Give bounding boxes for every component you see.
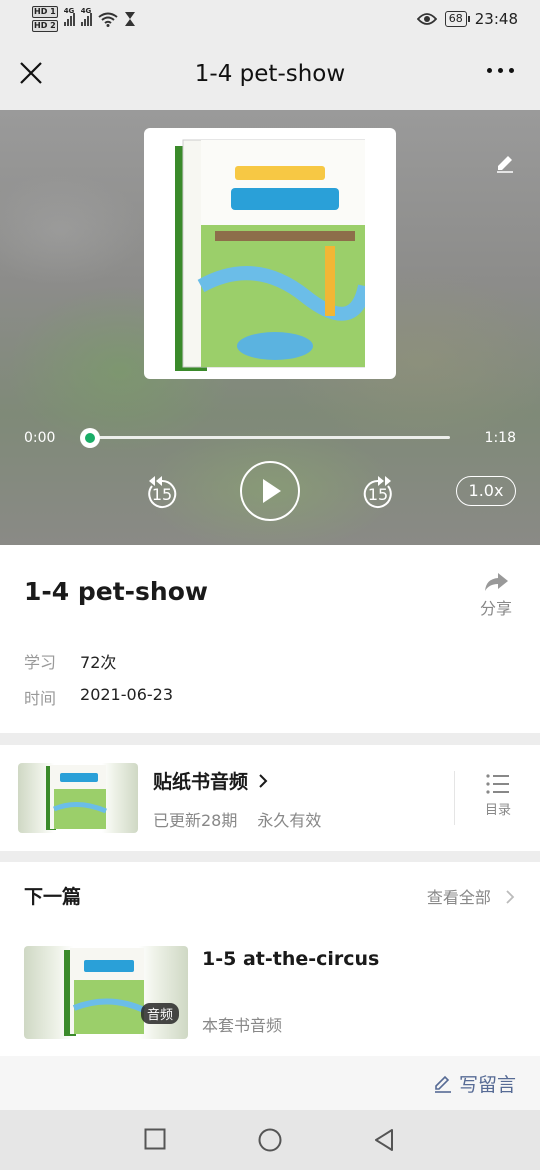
forward-label: 15 — [367, 485, 389, 504]
write-comment-button[interactable]: 写留言 — [433, 1070, 516, 1097]
next-cover-image — [64, 948, 146, 1036]
next-episode-section: 下一篇 查看全部 1-5 at-the-circus 本套书音频 — [0, 862, 540, 1056]
net2-label: 4G — [80, 7, 92, 15]
signal-icon: 4G — [63, 7, 75, 26]
hourglass-icon — [124, 12, 135, 26]
net1-label: 4G — [63, 7, 75, 15]
page-title: 1-4 pet-show — [194, 61, 346, 87]
play-button[interactable] — [240, 461, 300, 521]
share-icon — [485, 573, 508, 591]
speed-button[interactable]: 1.0x — [456, 476, 516, 506]
book-cover-image — [175, 139, 365, 371]
time-value: 2021-06-23 — [80, 685, 173, 704]
episode-title: 1-4 pet-show — [24, 577, 208, 606]
share-label: 分享 — [479, 599, 512, 618]
album-cover-image — [46, 765, 107, 830]
album-validity: 永久有效 — [257, 811, 322, 830]
play-icon — [263, 479, 281, 503]
rewind-label: 15 — [151, 485, 173, 504]
time-label: 时间 — [24, 689, 57, 708]
status-bar: HD 1 HD 2 4G 4G 68 23:48 — [0, 0, 540, 38]
toc-label: 目录 — [484, 803, 511, 818]
nav-bar: 1-4 pet-show — [0, 38, 540, 110]
hd2-label: HD 2 — [32, 20, 58, 32]
album-name: 贴纸书音频 — [153, 771, 249, 793]
system-nav-bar — [0, 1110, 540, 1170]
signal-icon-2: 4G — [80, 7, 92, 26]
write-comment-label: 写留言 — [458, 1074, 516, 1096]
divider — [454, 771, 455, 825]
eye-icon — [416, 13, 437, 25]
chevron-right-icon — [506, 890, 515, 904]
album-updated: 已更新28期 — [153, 811, 238, 830]
hd-indicator: HD 1 HD 2 — [32, 5, 58, 33]
wifi-icon — [98, 12, 118, 27]
album-card[interactable]: 贴纸书音频 已更新28期 永久有效 目录 — [0, 745, 540, 851]
date-row: 时间 2021-06-23 — [24, 685, 173, 709]
next-episode-subtitle: 本套书音频 — [202, 1016, 283, 1035]
battery-indicator: 68 — [444, 11, 470, 27]
progress-track[interactable] — [90, 436, 450, 439]
comment-bar: 写留言 — [0, 1056, 540, 1110]
next-label: 下一篇 — [24, 886, 82, 908]
view-all-link[interactable]: 查看全部 — [427, 884, 516, 908]
album-thumbnail — [18, 763, 138, 833]
chevron-right-icon — [258, 774, 268, 788]
total-time: 1:18 — [484, 430, 516, 446]
list-icon — [486, 774, 509, 794]
episode-info: 1-4 pet-show 分享 学习 72次 时间 2021-06-23 — [0, 545, 540, 733]
audio-badge: 音频 — [141, 1003, 180, 1024]
forward-15-button[interactable]: 15 — [360, 470, 396, 510]
audio-player: 0:00 1:18 15 15 1.0x — [0, 110, 540, 545]
study-value: 72次 — [80, 653, 117, 672]
close-icon[interactable] — [16, 58, 46, 88]
recents-icon[interactable] — [144, 1128, 166, 1150]
more-icon[interactable] — [487, 68, 514, 73]
next-episode-title[interactable]: 1-5 at-the-circus — [202, 948, 379, 970]
current-time: 0:00 — [24, 430, 56, 446]
next-episode-thumbnail[interactable] — [24, 946, 188, 1039]
album-cover — [144, 128, 396, 379]
back-icon[interactable] — [373, 1128, 395, 1152]
pen-icon — [434, 1075, 451, 1093]
album-name-link[interactable]: 贴纸书音频 — [153, 767, 269, 794]
study-label: 学习 — [24, 653, 57, 672]
clock: 23:48 — [474, 10, 518, 28]
rewind-15-button[interactable]: 15 — [144, 470, 180, 510]
view-all-label: 查看全部 — [426, 888, 491, 907]
progress-thumb[interactable] — [80, 428, 100, 448]
edit-icon[interactable] — [494, 152, 516, 174]
study-count-row: 学习 72次 — [24, 649, 116, 673]
home-icon[interactable] — [258, 1128, 282, 1152]
toc-button[interactable]: 目录 — [480, 773, 516, 818]
share-button[interactable]: 分享 — [476, 571, 516, 619]
album-meta: 已更新28期 永久有效 — [153, 807, 321, 831]
hd1-label: HD 1 — [32, 6, 58, 18]
